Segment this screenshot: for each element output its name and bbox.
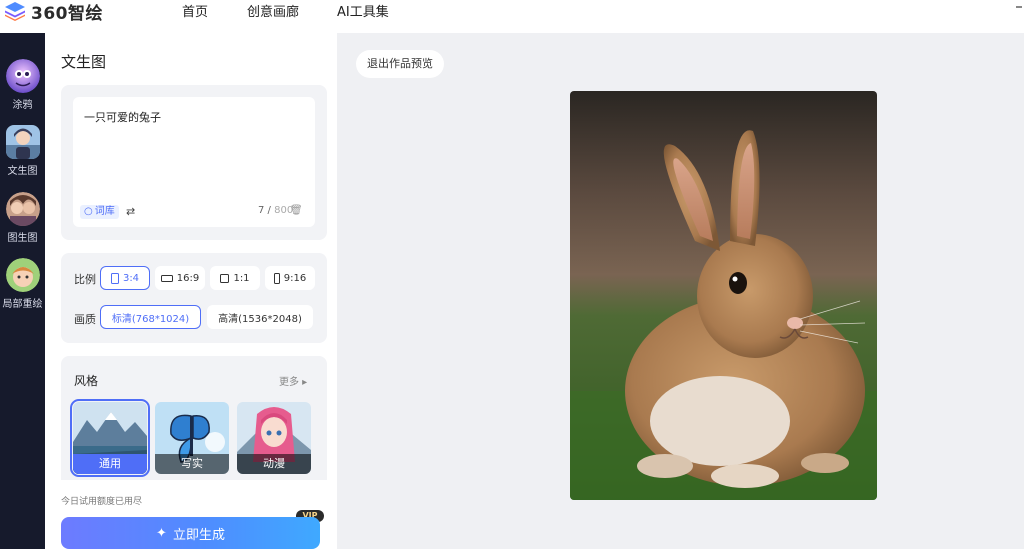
more-styles-link[interactable]: 更多 ▸ [279,373,307,388]
rail-item-image-to-image[interactable]: 图生图 [0,192,45,244]
trash-icon[interactable]: 🗑 [290,205,303,216]
style-option-realistic[interactable]: 写实 [155,402,229,474]
ratio-option-9-16[interactable]: 9:16 [265,266,315,290]
style-option-label: 写实 [155,454,229,474]
exit-preview-button[interactable]: 退出作品预览 [356,50,444,78]
panel-title: 文生图 [61,53,107,71]
rail-label: 文生图 [7,166,38,177]
layers-logo-icon [5,2,25,21]
generate-button[interactable]: ✦ 立即生成 [61,517,320,549]
generated-image[interactable] [570,91,877,500]
logo-text: 360智绘 [31,3,103,24]
bulb-icon: ○ [84,206,93,217]
settings-card: 比例 3:4 16:9 1:1 9:16 画质 标清(768*1024) 高清(… [61,253,327,343]
nav-ai-tools[interactable]: AI工具集 [337,1,389,20]
prompt-input[interactable]: 一只可爱的兔子 ○ 词库 ⇄ 7 / 800 🗑 [73,97,315,227]
ratio-option-1-1[interactable]: 1:1 [210,266,260,290]
rail-label: 局部重绘 [2,299,43,310]
nav-gallery[interactable]: 创意画廊 [247,1,299,20]
char-counter: 7 / 800 [258,205,294,216]
ratio-option-16-9[interactable]: 16:9 [155,266,205,290]
ratio-label: 比例 [74,273,96,286]
word-library-button[interactable]: ○ 词库 [80,205,119,219]
sparkle-icon: ✦ [156,525,167,541]
top-navbar: 360智绘 首页 创意画廊 AI工具集 [0,0,1024,33]
edge-mark [1016,6,1022,8]
tall-ratio-icon [273,272,280,284]
style-option-anime[interactable]: 动漫 [237,402,311,474]
avatar-text-to-image-icon [5,125,40,159]
avatar-image-to-image-icon [5,192,40,226]
quota-notice: 今日试用额度已用尽 [61,497,143,507]
style-card: 风格 更多 ▸ 通用 写实 动漫 [61,356,327,480]
style-option-label: 动漫 [237,454,311,474]
char-count: 7 [258,205,265,216]
rail-item-inpaint[interactable]: 局部重绘 [0,258,45,310]
rail-label: 涂鸦 [12,100,33,111]
rail-label: 图生图 [7,233,38,244]
rail-item-text-to-image[interactable]: 文生图 [0,125,45,177]
avatar-inpaint-icon [5,258,40,292]
square-ratio-icon [220,273,230,283]
portrait-ratio-icon [110,272,119,284]
word-library-label: 词库 [94,206,115,217]
style-option-general[interactable]: 通用 [70,399,150,477]
style-option-label: 通用 [73,454,147,474]
ratio-option-3-4[interactable]: 3:4 [100,266,150,290]
left-tool-rail: 涂鸦 文生图 图生图 局部重绘 [0,33,45,549]
ratio-option-label: 9:16 [283,272,307,284]
preview-area: 退出作品预览 [337,33,1024,549]
ratio-option-label: 1:1 [233,272,250,284]
more-label: 更多 [279,377,299,388]
ratio-option-label: 16:9 [176,272,200,284]
quality-label: 画质 [74,313,96,326]
prompt-text[interactable]: 一只可爱的兔子 [84,109,161,125]
rail-item-graffiti[interactable]: 涂鸦 [0,59,45,111]
landscape-ratio-icon [160,274,173,282]
avatar-graffiti-icon [5,59,40,93]
ratio-option-label: 3:4 [122,272,140,284]
prompt-card: 一只可爱的兔子 ○ 词库 ⇄ 7 / 800 🗑 [61,85,327,240]
generation-panel: 文生图 一只可爱的兔子 ○ 词库 ⇄ 7 / 800 🗑 比例 3:4 16:9 [45,33,337,549]
app-logo[interactable]: 360智绘 [4,0,103,24]
style-title: 风格 [74,374,99,388]
shuffle-icon[interactable]: ⇄ [126,205,135,218]
quality-option-standard[interactable]: 标清(768*1024) [100,305,201,329]
quality-option-hd[interactable]: 高清(1536*2048) [207,305,313,329]
rabbit-image-icon [570,91,877,500]
generate-label: 立即生成 [172,527,225,543]
nav-home[interactable]: 首页 [182,1,208,20]
